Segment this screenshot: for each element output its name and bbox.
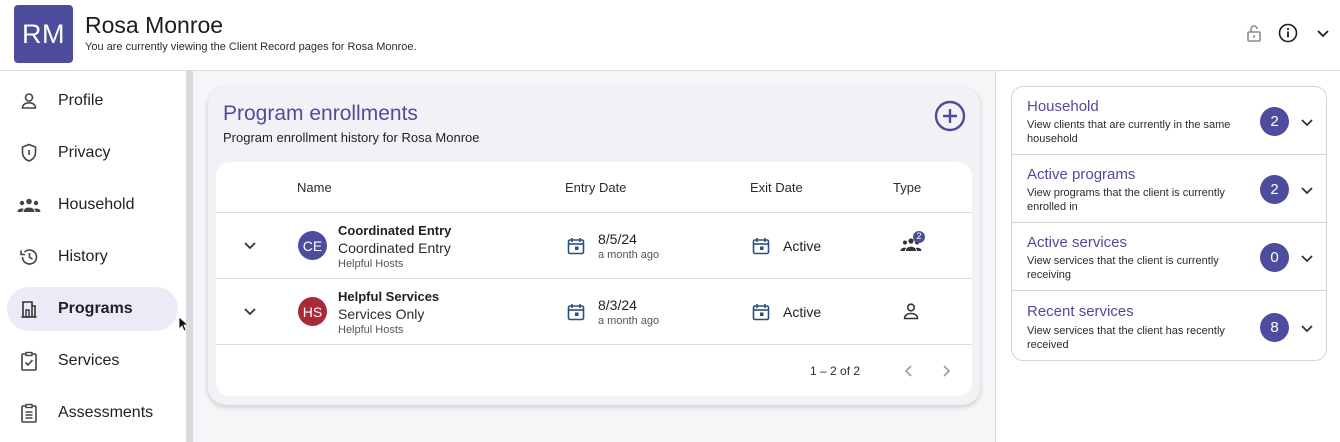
- next-page-button[interactable]: [939, 364, 953, 378]
- sidebar-item-label: Privacy: [58, 144, 111, 161]
- exit-status: Active: [783, 238, 822, 254]
- clipboard-check-icon: [16, 350, 42, 372]
- divider: [216, 278, 972, 279]
- program-name[interactable]: Helpful Services: [338, 289, 439, 304]
- mouse-cursor-icon: [178, 316, 190, 332]
- sidebar-item-privacy[interactable]: Privacy: [7, 131, 178, 175]
- chevron-down-icon[interactable]: [1300, 321, 1314, 335]
- entry-date: 8/3/24: [598, 297, 637, 313]
- sidebar-item-assessments[interactable]: Assessments: [7, 391, 178, 435]
- card-subtitle: Program enrollment history for Rosa Monr…: [223, 130, 480, 145]
- chevron-down-icon[interactable]: [1312, 22, 1334, 44]
- sidebar-item-label: Services: [58, 352, 120, 369]
- panel-description: View services that the client is current…: [1027, 255, 1219, 281]
- pagination-range: 1 – 2 of 2: [810, 364, 861, 378]
- add-enrollment-button[interactable]: [934, 100, 966, 132]
- type-badge-count: 2: [916, 231, 922, 241]
- calendar-icon: [567, 303, 585, 321]
- enrollments-table: [216, 162, 972, 396]
- chevron-left-icon: [904, 365, 912, 377]
- count-badge: 8: [1260, 313, 1289, 342]
- column-header-exit-date[interactable]: Exit Date: [750, 180, 803, 195]
- sidebar-item-profile[interactable]: Profile: [7, 79, 178, 123]
- expand-row-button[interactable]: [243, 238, 257, 252]
- divider: [216, 344, 972, 345]
- organization-name: Helpful Hosts: [338, 258, 404, 270]
- group-icon: [16, 194, 42, 216]
- household-panel[interactable]: Household View clients that are currentl…: [1011, 86, 1327, 155]
- organization-name: Helpful Hosts: [338, 324, 404, 336]
- recent-services-panel[interactable]: Recent services View services that the c…: [1011, 290, 1327, 361]
- chevron-down-icon: [244, 308, 256, 316]
- sidebar-item-services[interactable]: Services: [7, 339, 178, 383]
- expand-row-button[interactable]: [243, 304, 257, 318]
- sidebar-item-label: Programs: [58, 300, 133, 317]
- project-name: Services Only: [338, 306, 425, 322]
- card-title: Program enrollments: [223, 102, 418, 125]
- calendar-icon: [752, 237, 770, 255]
- entry-relative-time: a month ago: [598, 249, 660, 261]
- project-name: Coordinated Entry: [338, 240, 451, 256]
- column-header-type[interactable]: Type: [893, 180, 921, 195]
- count-badge: 2: [1260, 107, 1289, 136]
- count-badge: 0: [1260, 243, 1289, 272]
- calendar-icon: [567, 237, 585, 255]
- column-header-name[interactable]: Name: [297, 180, 332, 195]
- chevron-down-icon[interactable]: [1300, 251, 1314, 265]
- program-avatar: HS: [298, 297, 327, 326]
- calendar-icon: [752, 303, 770, 321]
- sidebar-item-programs[interactable]: Programs: [7, 287, 178, 331]
- sidebar-item-household[interactable]: Household: [7, 183, 178, 227]
- sidebar-item-history[interactable]: History: [7, 235, 178, 279]
- previous-page-button[interactable]: [902, 364, 916, 378]
- panel-description: View services that the client has recent…: [1027, 325, 1225, 351]
- client-avatar: RM: [14, 5, 73, 63]
- chevron-down-icon[interactable]: [1300, 183, 1314, 197]
- sidebar-scrollbar[interactable]: [186, 71, 193, 442]
- entry-date: 8/5/24: [598, 231, 637, 247]
- count-badge: 2: [1260, 175, 1289, 204]
- sidebar-item-label: Profile: [58, 92, 104, 109]
- sidebar-item-label: History: [58, 248, 108, 265]
- column-header-entry-date[interactable]: Entry Date: [565, 180, 626, 195]
- entry-relative-time: a month ago: [598, 315, 660, 327]
- history-icon: [16, 246, 42, 268]
- panel-title: Household: [1027, 98, 1099, 115]
- chevron-right-icon: [943, 365, 951, 377]
- chevron-down-icon: [244, 242, 256, 250]
- active-programs-panel[interactable]: Active programs View programs that the c…: [1011, 154, 1327, 223]
- chevron-down-icon[interactable]: [1300, 115, 1314, 129]
- panel-description: View clients that are currently in the s…: [1027, 119, 1231, 145]
- building-icon: [16, 298, 42, 320]
- active-services-panel[interactable]: Active services View services that the c…: [1011, 222, 1327, 291]
- client-name: Rosa Monroe: [85, 12, 224, 38]
- clipboard-list-icon: [16, 402, 42, 424]
- sidebar-item-label: Household: [58, 196, 135, 213]
- client-record-notice: You are currently viewing the Client Rec…: [85, 41, 417, 53]
- household-icon: 2: [899, 230, 927, 252]
- plus-circle-icon: [934, 100, 966, 132]
- sidebar-nav: Profile Privacy Household History Progra…: [0, 71, 186, 442]
- program-avatar: CE: [298, 231, 327, 260]
- divider: [995, 71, 996, 442]
- shield-icon: [16, 142, 42, 164]
- info-icon[interactable]: [1277, 22, 1299, 44]
- panel-description: View programs that the client is current…: [1027, 187, 1225, 213]
- person-icon: [902, 302, 920, 320]
- panel-title: Recent services: [1027, 303, 1134, 320]
- exit-status: Active: [783, 304, 822, 320]
- lock-icon[interactable]: [1243, 22, 1265, 44]
- page-header: RM Rosa Monroe You are currently viewing…: [0, 0, 1340, 71]
- sidebar-item-label: Assessments: [58, 404, 154, 421]
- panel-title: Active programs: [1027, 166, 1136, 183]
- panel-title: Active services: [1027, 234, 1128, 251]
- program-name[interactable]: Coordinated Entry: [338, 223, 451, 238]
- person-icon: [16, 90, 42, 112]
- divider: [216, 212, 972, 213]
